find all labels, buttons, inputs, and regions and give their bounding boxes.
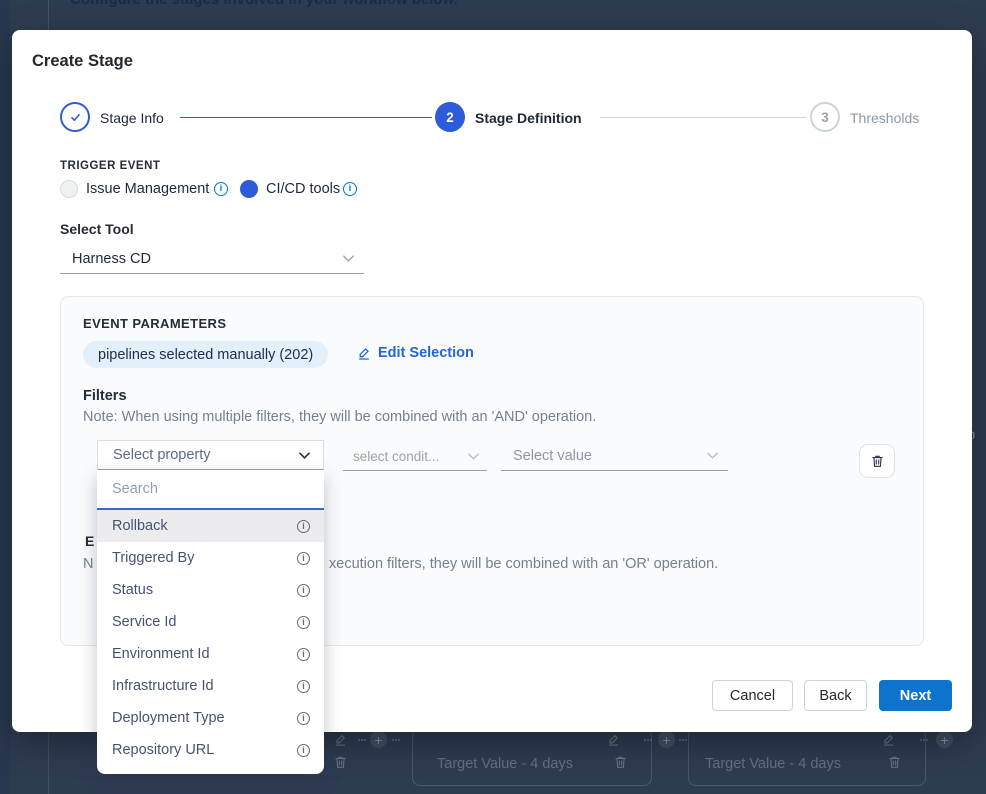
- info-icon[interactable]: [214, 182, 228, 196]
- delete-filter-button[interactable]: [859, 444, 895, 478]
- condition-select-placeholder: select condit...: [353, 449, 439, 464]
- radio-issue-management[interactable]: [60, 180, 78, 198]
- trash-icon: [888, 755, 901, 769]
- screen: Configure the stages involved in your wo…: [0, 0, 986, 794]
- filters-note: Note: When using multiple filters, they …: [83, 409, 596, 425]
- pipelines-selected-chip: pipelines selected manually (202): [83, 341, 328, 368]
- check-icon: [68, 110, 83, 125]
- trash-icon: [871, 454, 884, 468]
- info-icon[interactable]: [297, 584, 310, 597]
- search-input[interactable]: [97, 470, 324, 507]
- edit-pencil-icon: [334, 733, 347, 747]
- value-select[interactable]: Select value: [501, 441, 728, 471]
- property-select-placeholder: Select property: [113, 447, 211, 463]
- edit-pencil-icon: [882, 733, 895, 747]
- connector-dash: [644, 739, 652, 741]
- target-value-label: Target Value - 4 days: [705, 756, 841, 772]
- dropdown-item-rollback[interactable]: Rollback: [97, 510, 324, 542]
- edit-pencil-icon: [607, 733, 620, 747]
- property-dropdown: Rollback Triggered By Status Service Id …: [97, 470, 324, 774]
- add-stage-plus-icon: [370, 731, 387, 748]
- background-divider-bottom: [48, 732, 49, 794]
- info-icon[interactable]: [297, 680, 310, 693]
- select-tool-label: Select Tool: [60, 221, 134, 237]
- next-button[interactable]: Next: [879, 680, 952, 711]
- event-parameters-heading: EVENT PARAMETERS: [83, 316, 226, 331]
- condition-select[interactable]: select condit...: [343, 443, 487, 471]
- chevron-down-icon: [299, 452, 310, 459]
- dropdown-search: [97, 470, 324, 510]
- tool-select[interactable]: Harness CD: [60, 244, 364, 274]
- add-stage-plus-icon: [658, 731, 675, 748]
- modal-title: Create Stage: [32, 52, 133, 71]
- trash-icon: [614, 755, 627, 769]
- edit-pencil-icon: [357, 346, 371, 360]
- step-number: 2: [446, 110, 454, 125]
- chevron-down-icon: [343, 255, 354, 262]
- background-divider-top: [48, 0, 49, 30]
- edit-selection-label: Edit Selection: [378, 345, 474, 361]
- value-select-placeholder: Select value: [513, 448, 592, 464]
- info-icon[interactable]: [297, 744, 310, 757]
- trigger-event-label: TRIGGER EVENT: [60, 160, 160, 172]
- step-number: 3: [821, 110, 829, 125]
- info-icon[interactable]: [343, 182, 357, 196]
- connector-dash: [679, 739, 687, 741]
- execution-note-fragment: xecution filters, they will be combined …: [329, 556, 718, 572]
- property-select[interactable]: Select property: [97, 440, 324, 470]
- dropdown-item-status[interactable]: Status: [97, 574, 324, 606]
- dropdown-item-deployment-type[interactable]: Deployment Type: [97, 702, 324, 734]
- info-icon[interactable]: [297, 712, 310, 725]
- background-page-subtitle: Configure the stages involved in your wo…: [70, 0, 458, 8]
- dropdown-item-service-id[interactable]: Service Id: [97, 606, 324, 638]
- stepper-connector-upcoming: [600, 117, 806, 118]
- dropdown-item-environment-id[interactable]: Environment Id: [97, 638, 324, 670]
- tool-select-value: Harness CD: [72, 251, 151, 267]
- target-value-label: Target Value - 4 days: [437, 756, 573, 772]
- info-icon[interactable]: [297, 552, 310, 565]
- info-icon[interactable]: [297, 616, 310, 629]
- step-stage-definition-label: Stage Definition: [475, 110, 582, 126]
- radio-cicd-tools[interactable]: [240, 180, 258, 198]
- step-thresholds[interactable]: 3: [810, 102, 840, 132]
- edit-selection-link[interactable]: Edit Selection: [357, 345, 474, 361]
- radio-issue-management-label: Issue Management: [86, 181, 209, 197]
- stepper-connector-done: [180, 117, 432, 118]
- dropdown-item-infrastructure-id[interactable]: Infrastructure Id: [97, 670, 324, 702]
- dropdown-item-triggered-by[interactable]: Triggered By: [97, 542, 324, 574]
- filters-heading: Filters: [83, 388, 127, 404]
- connector-dash: [358, 739, 366, 741]
- add-stage-plus-icon: [936, 731, 953, 748]
- back-button[interactable]: Back: [804, 680, 867, 711]
- connector-dash: [920, 739, 928, 741]
- trash-icon: [334, 755, 347, 769]
- execution-note-fragment-start: N: [83, 556, 93, 572]
- radio-cicd-tools-label: CI/CD tools: [266, 181, 340, 197]
- connector-dash: [392, 739, 400, 741]
- dropdown-item-repository-url[interactable]: Repository URL: [97, 734, 324, 766]
- step-stage-definition[interactable]: 2: [435, 102, 465, 132]
- chevron-down-icon: [468, 453, 479, 460]
- step-stage-info-label: Stage Info: [100, 110, 164, 126]
- create-stage-modal: Create Stage Stage Info 2 Stage Definiti…: [12, 30, 972, 732]
- execution-filters-heading-fragment: E: [85, 533, 94, 549]
- chevron-down-icon: [707, 452, 718, 459]
- background-sidebar-edge: [0, 0, 10, 794]
- cancel-button[interactable]: Cancel: [712, 680, 793, 711]
- step-thresholds-label: Thresholds: [850, 110, 919, 126]
- info-icon[interactable]: [297, 648, 310, 661]
- info-icon[interactable]: [297, 520, 310, 533]
- step-stage-info[interactable]: [60, 102, 90, 132]
